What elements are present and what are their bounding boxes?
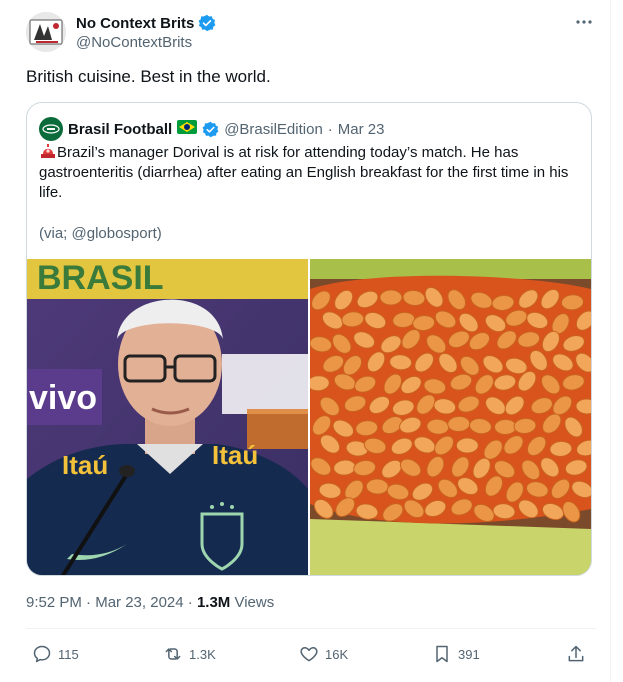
quote-verified-badge-icon [202, 121, 219, 137]
sponsor-left-text: Itaú [62, 450, 108, 480]
tweet-time[interactable]: 9:52 PM [26, 594, 82, 611]
verified-badge-icon [198, 14, 216, 32]
display-name[interactable]: No Context Brits [76, 15, 194, 32]
bean [365, 478, 389, 495]
siren-icon [39, 144, 57, 161]
tweet-text: British cuisine. Best in the world. [26, 67, 271, 86]
brazil-flag-icon [177, 120, 198, 138]
media-grid: BRASIL vivo Itaú Itaú [27, 259, 591, 575]
like-button[interactable]: 16K [299, 640, 348, 668]
bean [447, 415, 471, 432]
more-icon[interactable] [572, 12, 596, 32]
quote-header: Brasil Football @BrasilEdition · Mar 23 [39, 117, 384, 141]
reply-icon [33, 645, 51, 663]
tweet-timestamp: 9:52 PM · Mar 23, 2024 · 1.3M Views [26, 594, 275, 611]
quote-display-name[interactable]: Brasil Football [68, 121, 172, 138]
banner-text: BRASIL [37, 259, 164, 297]
quoted-tweet[interactable]: Brasil Football @BrasilEdition · Mar 23 … [26, 102, 592, 576]
quote-body-text: Brazil’s manager Dorival is at risk for … [39, 144, 569, 201]
bookmark-icon [436, 645, 448, 663]
repost-icon [165, 648, 181, 660]
repost-button[interactable]: 1.3K [163, 640, 216, 668]
bean [455, 437, 479, 454]
quote-separator: · [327, 120, 333, 138]
quote-avatar[interactable] [39, 117, 63, 141]
repost-count: 1.3K [189, 646, 216, 662]
name-row: No Context Brits [76, 14, 216, 32]
handle[interactable]: @NoContextBrits [76, 34, 192, 51]
tweet-date[interactable]: Mar 23, 2024 [95, 594, 183, 611]
avatar[interactable] [26, 12, 66, 52]
reply-button[interactable]: 115 [32, 640, 79, 668]
like-count: 16K [325, 646, 349, 662]
backdrop-vivo-text: vivo [29, 379, 97, 417]
views-label: Views [234, 594, 275, 611]
bean [379, 289, 403, 306]
bookmark-count: 391 [458, 646, 480, 662]
bean [494, 418, 518, 435]
quote-handle[interactable]: @BrasilEdition [224, 121, 323, 138]
reply-count: 115 [58, 646, 79, 662]
quote-body: Brazil’s manager Dorival is at risk for … [39, 143, 579, 203]
quote-via: (via; @globosport) [39, 225, 162, 242]
action-bar: 115 1.3K 16K 391 [26, 640, 596, 668]
share-icon [568, 645, 584, 662]
share-button[interactable] [566, 640, 586, 668]
photo-manager[interactable]: BRASIL vivo Itaú Itaú [27, 259, 308, 575]
photo-beans-on-toast[interactable] [310, 259, 591, 575]
tweet-card: No Context Brits @NoContextBrits British… [0, 0, 611, 682]
heart-icon [300, 647, 318, 662]
tweet-header: No Context Brits @NoContextBrits [26, 12, 596, 54]
bookmark-button[interactable]: 391 [432, 640, 480, 668]
sponsor-right-text: Itaú [212, 440, 258, 470]
divider [26, 628, 596, 629]
quote-date[interactable]: Mar 23 [338, 121, 385, 138]
views-count: 1.3M [196, 594, 231, 611]
